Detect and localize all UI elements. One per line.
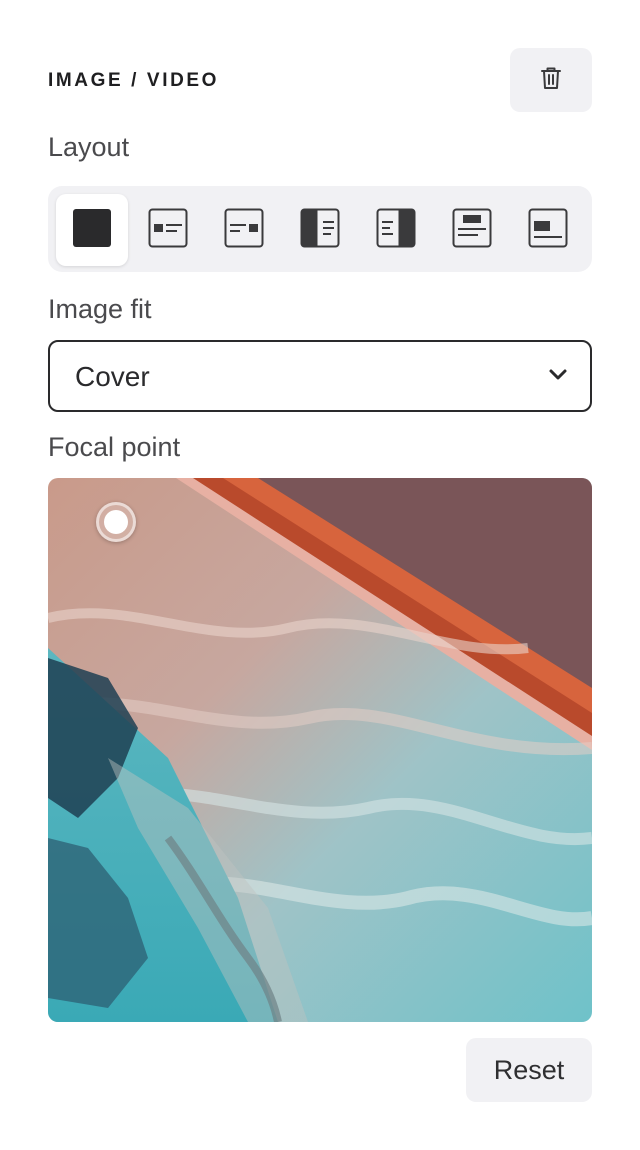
focal-point-image [48,478,592,1022]
layout-media-left-inline-icon [148,208,188,253]
layout-split-left-icon [300,208,340,253]
layout-option-media-left-inline[interactable] [132,194,204,266]
trash-icon [539,65,563,96]
layout-media-bottom-icon [528,208,568,253]
layout-split-right-icon [376,208,416,253]
reset-button[interactable]: Reset [466,1038,592,1102]
image-fit-value: Cover [75,361,150,392]
layout-label: Layout [48,132,130,162]
layout-option-split-left[interactable] [284,194,356,266]
focal-point-dot [104,510,128,534]
layout-full-icon [72,208,112,253]
layout-media-right-inline-icon [224,208,264,253]
image-fit-label: Image fit [48,294,152,324]
focal-point-picker[interactable] [48,478,592,1022]
layout-option-media-top[interactable] [436,194,508,266]
panel-header: IMAGE / VIDEO [48,48,592,112]
layout-media-top-icon [452,208,492,253]
focal-point-handle[interactable] [96,502,136,542]
focal-point-label: Focal point [48,432,181,462]
layout-selector [48,186,592,272]
layout-option-media-right-inline[interactable] [208,194,280,266]
chevron-down-icon [548,368,568,387]
layout-option-split-right[interactable] [360,194,432,266]
layout-option-media-bottom[interactable] [512,194,584,266]
layout-option-full-bleed[interactable] [56,194,128,266]
delete-button[interactable] [510,48,592,112]
section-title: IMAGE / VIDEO [48,70,220,91]
image-fit-select[interactable]: Cover [48,340,592,412]
